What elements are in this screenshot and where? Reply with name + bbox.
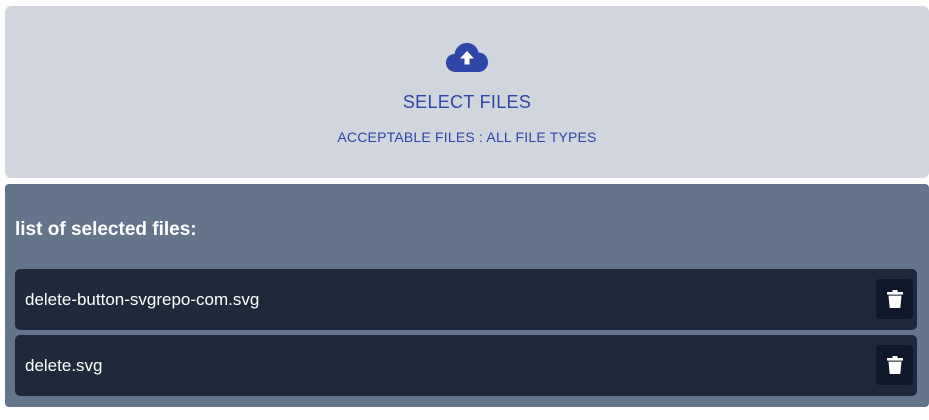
cloud-upload-icon bbox=[445, 42, 489, 74]
delete-file-button[interactable] bbox=[876, 279, 913, 319]
file-list-item: delete-button-svgrepo-com.svg bbox=[15, 269, 917, 330]
selected-files-panel: list of selected files: delete-button-sv… bbox=[5, 184, 929, 407]
acceptable-files-label: ACCEPTABLE FILES : ALL FILE TYPES bbox=[337, 129, 597, 145]
file-list-item: delete.svg bbox=[15, 335, 917, 396]
trash-icon bbox=[886, 290, 903, 308]
trash-icon bbox=[886, 356, 903, 374]
file-dropzone[interactable]: SELECT FILES ACCEPTABLE FILES : ALL FILE… bbox=[5, 6, 929, 178]
delete-file-button[interactable] bbox=[876, 345, 913, 385]
file-name: delete-button-svgrepo-com.svg bbox=[25, 289, 260, 309]
file-name: delete.svg bbox=[25, 355, 103, 375]
select-files-title[interactable]: SELECT FILES bbox=[5, 92, 929, 113]
selected-files-heading: list of selected files: bbox=[15, 219, 197, 240]
